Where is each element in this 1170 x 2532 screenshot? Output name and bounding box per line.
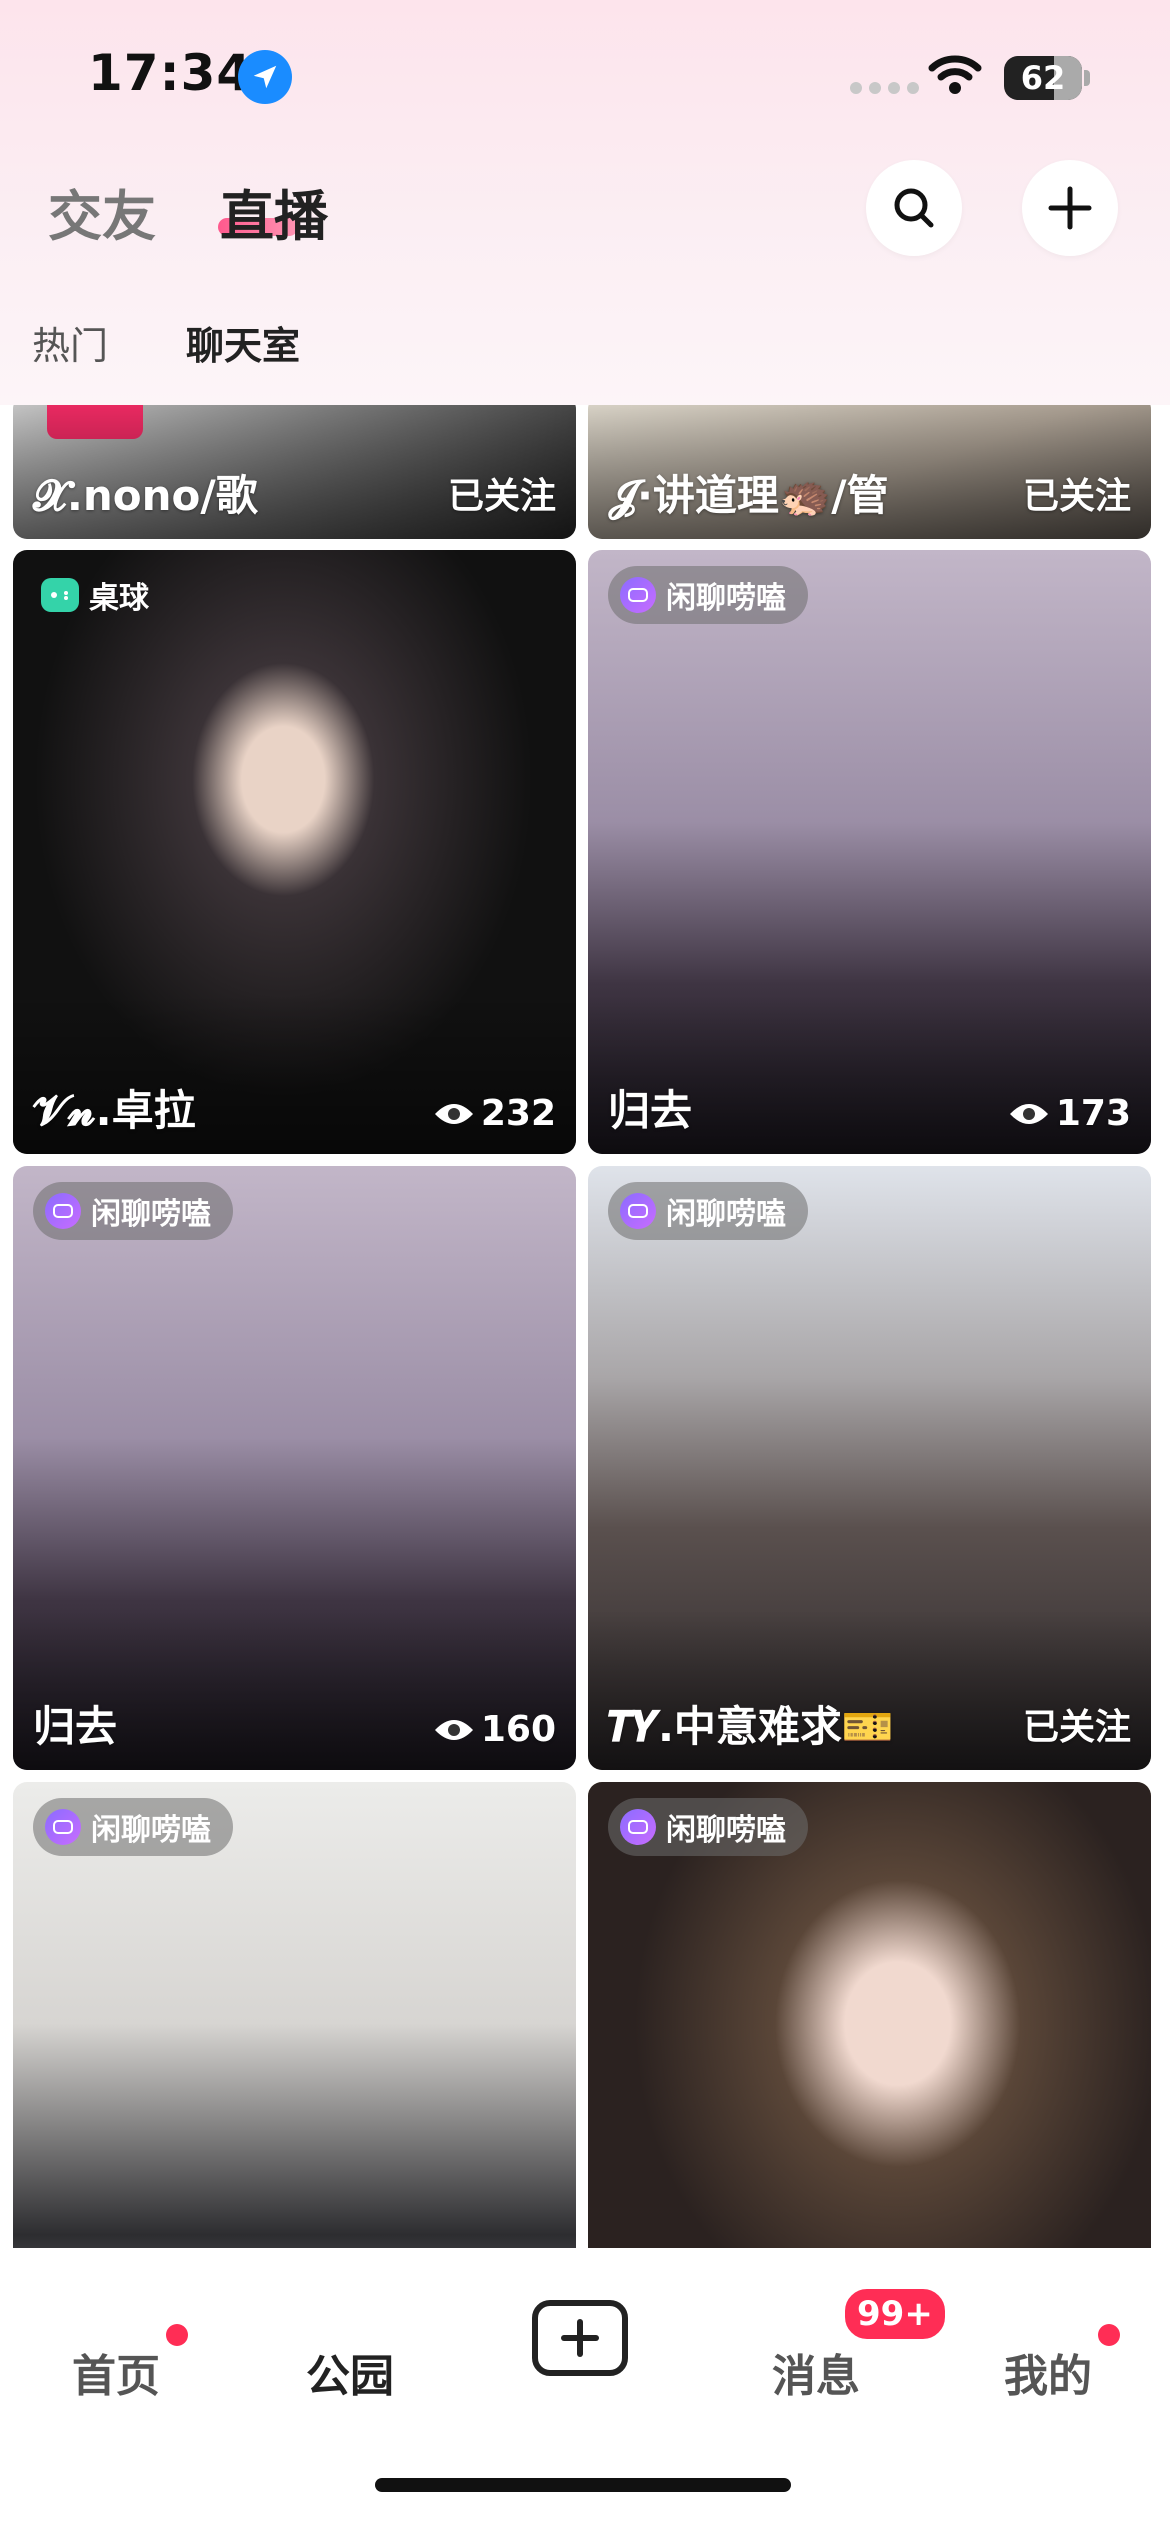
room-card[interactable]: 闲聊唠嗑 归去 173 (588, 550, 1151, 1154)
room-card[interactable]: 闲聊唠嗑 (588, 1782, 1151, 2248)
nav-home[interactable]: 首页 (72, 2340, 160, 2404)
room-card[interactable]: 闲聊唠嗑 归去 160 (13, 1166, 576, 1770)
status-time: 17:34 (88, 44, 253, 102)
cellular-signal-icon (850, 82, 919, 94)
viewer-count: 160 (433, 1709, 556, 1750)
chat-bubble-icon (620, 1809, 656, 1845)
room-card[interactable]: 闲聊唠嗑 (13, 1782, 576, 2248)
bottom-navigation: 首页 公园 消息 99+ 我的 (0, 2248, 1170, 2532)
room-category-tag: 桌球 (33, 566, 171, 624)
room-name: 归去 (33, 1702, 118, 1751)
post-button[interactable] (532, 2300, 628, 2376)
message-count-badge: 99+ (842, 2286, 948, 2342)
chat-bubble-icon (45, 1809, 81, 1845)
tab-friends[interactable]: 交友 (48, 172, 156, 251)
nav-park[interactable]: 公园 (306, 2340, 394, 2404)
battery-indicator: 62 (1004, 56, 1082, 100)
room-category-tag: 闲聊唠嗑 (608, 566, 808, 624)
search-button[interactable] (866, 160, 962, 256)
wifi-icon (928, 54, 982, 102)
viewer-count: 232 (433, 1093, 556, 1134)
home-notification-dot (166, 2324, 188, 2346)
room-name: 𝓙·讲道理🦔/管 (608, 471, 889, 520)
live-room-grid: 𝓧.nono/歌 已关注 𝓙·讲道理🦔/管 已关注 桌球 𝓥𝓷.卓拉 232 闲… (0, 405, 1170, 2248)
room-card[interactable]: 𝓧.nono/歌 已关注 (13, 405, 576, 539)
search-icon (894, 188, 934, 228)
eye-icon (1009, 1103, 1048, 1124)
room-name: 𝓧.nono/歌 (33, 471, 258, 520)
room-card[interactable]: 𝓙·讲道理🦔/管 已关注 (588, 405, 1151, 539)
room-category-tag: 闲聊唠嗑 (608, 1798, 808, 1856)
home-indicator (375, 2478, 791, 2492)
plus-icon (1048, 186, 1092, 230)
viewer-count: 173 (1008, 1093, 1131, 1134)
add-button[interactable] (1022, 160, 1118, 256)
location-arrow-icon (238, 50, 292, 104)
eye-icon (434, 1103, 473, 1124)
room-card[interactable]: 桌球 𝓥𝓷.卓拉 232 (13, 550, 576, 1154)
room-name: 𝑻𝒀.中意难求🎫 (608, 1702, 895, 1751)
subtab-hot[interactable]: 热门 (32, 315, 108, 370)
room-category-tag: 闲聊唠嗑 (33, 1182, 233, 1240)
room-category-tag: 闲聊唠嗑 (33, 1798, 233, 1856)
room-name: 归去 (608, 1086, 693, 1135)
tab-live[interactable]: 直播 (220, 172, 328, 251)
room-card[interactable]: 闲聊唠嗑 𝑻𝒀.中意难求🎫 已关注 (588, 1166, 1151, 1770)
room-name: 𝓥𝓷.卓拉 (33, 1086, 196, 1135)
battery-tip (1084, 70, 1090, 86)
room-category-tag: 闲聊唠嗑 (608, 1182, 808, 1240)
chat-bubble-icon (620, 1193, 656, 1229)
gamepad-icon (41, 578, 79, 612)
nav-me[interactable]: 我的 (1004, 2340, 1092, 2404)
followed-label: 已关注 (1022, 476, 1131, 517)
nav-messages[interactable]: 消息 (772, 2340, 860, 2404)
eye-icon (434, 1719, 473, 1740)
chat-bubble-icon (45, 1193, 81, 1229)
plus-icon (561, 2319, 599, 2357)
followed-label: 已关注 (1022, 1707, 1131, 1748)
chat-bubble-icon (620, 577, 656, 613)
followed-label: 已关注 (447, 476, 556, 517)
me-notification-dot (1098, 2324, 1120, 2346)
top-header: 17:34 62 交友 直播 热门 聊天室 (0, 0, 1170, 405)
subtab-chatroom[interactable]: 聊天室 (186, 315, 300, 370)
